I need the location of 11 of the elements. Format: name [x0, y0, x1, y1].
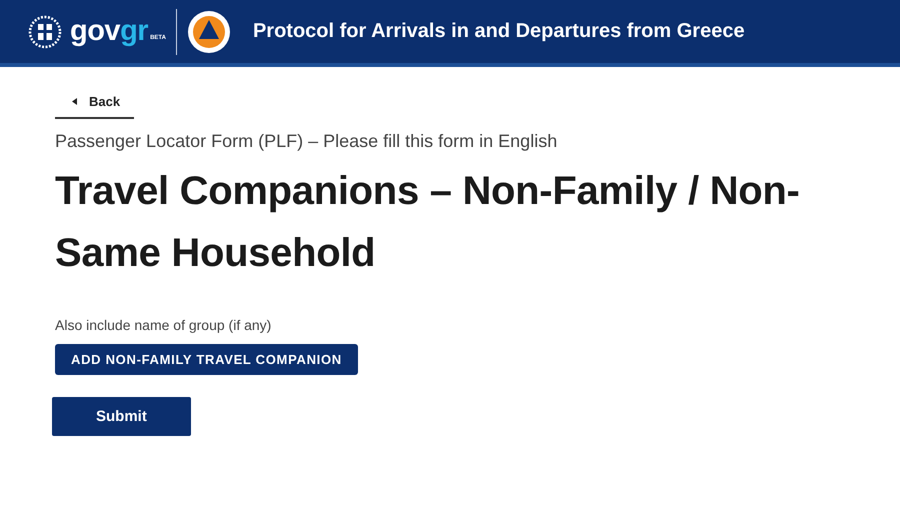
emblem-icon: [28, 14, 62, 48]
caret-icon: [72, 98, 77, 105]
govgr-logo[interactable]: govgr: [70, 15, 148, 48]
back-link[interactable]: Back: [55, 90, 134, 119]
section-heading: Travel Companions – Non-Family / Non-Same Household: [55, 168, 801, 277]
submit-button[interactable]: Submit: [52, 397, 191, 436]
add-companion-button[interactable]: ADD NON-FAMILY TRAVEL COMPANION: [55, 344, 358, 375]
page-title: Protocol for Arrivals in and Departures from Greece: [252, 20, 745, 43]
form-name: Passenger Locator Form (PLF) – Please fill this form in English: [55, 131, 558, 152]
civil-protection-icon: [186, 10, 231, 54]
hint-text: Also include name of group (if any): [55, 317, 272, 333]
